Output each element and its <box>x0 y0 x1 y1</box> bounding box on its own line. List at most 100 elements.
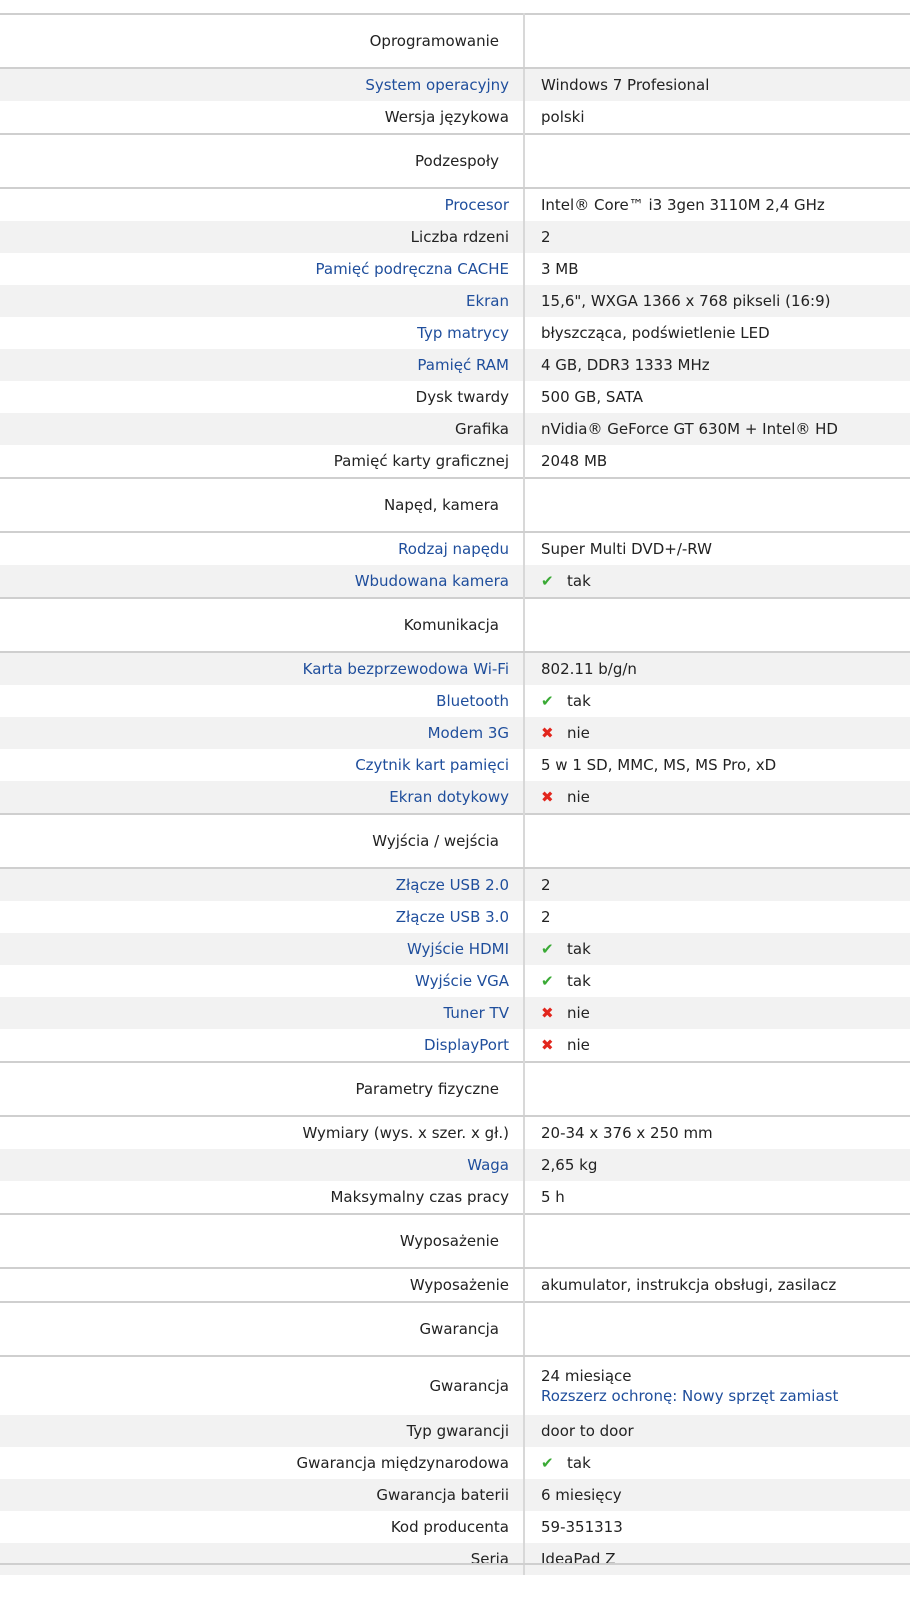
section-title: Oprogramowanie <box>0 13 525 69</box>
section-spacer <box>524 813 910 869</box>
table-bottom-border <box>0 1563 910 1565</box>
spec-value: tak <box>567 940 591 958</box>
spec-value: Super Multi DVD+/-RW <box>541 540 712 558</box>
spec-value-cell: błyszcząca, podświetlenie LED <box>524 317 910 349</box>
section-spacer <box>524 133 910 189</box>
spec-value: 2048 MB <box>541 452 608 470</box>
checkmark-icon: ✔ <box>541 692 554 710</box>
spec-row-seria: Seria IdeaPad Z <box>0 1543 910 1575</box>
spec-value: błyszcząca, podświetlenie LED <box>541 324 770 342</box>
spec-label: Typ gwarancji <box>0 1415 525 1447</box>
spec-label: Kod producenta <box>0 1511 525 1543</box>
spec-row-wyjscie-hdmi: Wyjście HDMI ✔ tak <box>0 933 910 965</box>
spec-row-wyjscie-vga: Wyjście VGA ✔ tak <box>0 965 910 997</box>
cross-icon: ✖ <box>541 1004 554 1022</box>
spec-value-cell: polski <box>524 101 910 134</box>
spec-row-bluetooth: Bluetooth ✔ tak <box>0 685 910 717</box>
spec-label: Seria <box>0 1543 525 1575</box>
spec-label-link[interactable]: DisplayPort <box>0 1029 525 1062</box>
spec-value-cell: Intel® Core™ i3 3gen 3110M 2,4 GHz <box>524 188 910 221</box>
checkmark-icon: ✔ <box>541 1454 554 1472</box>
spec-label-link[interactable]: Rodzaj napędu <box>0 532 525 565</box>
spec-label-link[interactable]: Tuner TV <box>0 997 525 1029</box>
spec-label-link[interactable]: Bluetooth <box>0 685 525 717</box>
section-header-wyposazenie: Wyposażenie <box>0 1213 910 1269</box>
spec-label-link[interactable]: Typ matrycy <box>0 317 525 349</box>
cross-icon: ✖ <box>541 724 554 742</box>
section-header-naped-kamera: Napęd, kamera <box>0 477 910 533</box>
spec-label-link[interactable]: Procesor <box>0 188 525 221</box>
section-title: Komunikacja <box>0 597 525 653</box>
spec-value-cell: 2 <box>524 901 910 933</box>
cross-icon: ✖ <box>541 1036 554 1054</box>
spec-label-link[interactable]: System operacyjny <box>0 68 525 101</box>
spec-label: Gwarancja międzynarodowa <box>0 1447 525 1479</box>
spec-value: 5 h <box>541 1188 565 1206</box>
spec-row-pamiec-ram: Pamięć RAM 4 GB, DDR3 1333 MHz <box>0 349 910 381</box>
checkmark-icon: ✔ <box>541 572 554 590</box>
spec-value: akumulator, instrukcja obsługi, zasilacz <box>541 1276 837 1294</box>
spec-label: Gwarancja baterii <box>0 1479 525 1511</box>
spec-row-dysk-twardy: Dysk twardy 500 GB, SATA <box>0 381 910 413</box>
spec-value: tak <box>567 1454 591 1472</box>
spec-label-link[interactable]: Pamięć podręczna CACHE <box>0 253 525 285</box>
spec-label-link[interactable]: Waga <box>0 1149 525 1181</box>
spec-label-link[interactable]: Wyjście HDMI <box>0 933 525 965</box>
spec-value-cell: 802.11 b/g/n <box>524 652 910 685</box>
spec-row-zlacze-usb-2-0: Złącze USB 2.0 2 <box>0 868 910 901</box>
spec-label-link[interactable]: Modem 3G <box>0 717 525 749</box>
spec-label-link[interactable]: Pamięć RAM <box>0 349 525 381</box>
section-spacer <box>524 1301 910 1357</box>
spec-value-cell: nVidia® GeForce GT 630M + Intel® HD <box>524 413 910 445</box>
section-header-gwarancja: Gwarancja <box>0 1301 910 1357</box>
spec-value-cell: ✖ nie <box>524 1029 910 1062</box>
section-spacer <box>524 13 910 69</box>
spec-value-cell: akumulator, instrukcja obsługi, zasilacz <box>524 1268 910 1302</box>
spec-row-wyposazenie: Wyposażenie akumulator, instrukcja obsług… <box>0 1268 910 1302</box>
spec-row-zlacze-usb-3-0: Złącze USB 3.0 2 <box>0 901 910 933</box>
spec-value-cell: ✖ nie <box>524 717 910 749</box>
spec-value: IdeaPad Z <box>541 1550 616 1568</box>
spec-row-pamiec-podreczna-cache: Pamięć podręczna CACHE 3 MB <box>0 253 910 285</box>
section-header-oprogramowanie: Oprogramowanie <box>0 13 910 69</box>
spec-row-gwarancja-miedzynarodowa: Gwarancja międzynarodowa ✔ tak <box>0 1447 910 1479</box>
spec-value: tak <box>567 692 591 710</box>
spec-row-gwarancja: Gwarancja 24 miesiące Rozszerz ochronę: No… <box>0 1356 910 1415</box>
spec-row-pamiec-karty-graficznej: Pamięć karty graficznej 2048 MB <box>0 445 910 478</box>
spec-value-cell: ✔ tak <box>524 565 910 598</box>
spec-value-cell: ✖ nie <box>524 781 910 814</box>
spec-value: nie <box>567 1036 590 1054</box>
spec-value-cell: ✔ tak <box>524 965 910 997</box>
spec-label-link[interactable]: Ekran dotykowy <box>0 781 525 814</box>
spec-value-cell: 3 MB <box>524 253 910 285</box>
spec-value-cell: 2048 MB <box>524 445 910 478</box>
spec-label-link[interactable]: Ekran <box>0 285 525 317</box>
spec-value-cell: 5 h <box>524 1181 910 1214</box>
spec-value: 500 GB, SATA <box>541 388 644 406</box>
section-spacer <box>524 1213 910 1269</box>
section-title: Wyjścia / wejścia <box>0 813 525 869</box>
spec-row-procesor: Procesor Intel® Core™ i3 3gen 3110M 2,4 G… <box>0 188 910 221</box>
section-title: Gwarancja <box>0 1301 525 1357</box>
spec-label: Wyposażenie <box>0 1268 525 1302</box>
section-title: Napęd, kamera <box>0 477 525 533</box>
spec-label-link[interactable]: Czytnik kart pamięci <box>0 749 525 781</box>
extend-warranty-link[interactable]: Rozszerz ochronę: Nowy sprzęt zamiast <box>541 1387 910 1405</box>
spec-label-link[interactable]: Karta bezprzewodowa Wi-Fi <box>0 652 525 685</box>
spec-value-cell: ✖ nie <box>524 997 910 1029</box>
spec-value: 802.11 b/g/n <box>541 660 637 678</box>
spec-value: 20-34 x 376 x 250 mm <box>541 1124 713 1142</box>
spec-value: 15,6", WXGA 1366 x 768 pikseli (16:9) <box>541 292 831 310</box>
spec-value: nie <box>567 1004 590 1022</box>
spec-label-link[interactable]: Złącze USB 3.0 <box>0 901 525 933</box>
spec-label-link[interactable]: Wyjście VGA <box>0 965 525 997</box>
spec-row-maksymalny-czas-pracy: Maksymalny czas pracy 5 h <box>0 1181 910 1214</box>
spec-row-gwarancja-baterii: Gwarancja baterii 6 miesięcy <box>0 1479 910 1511</box>
spec-value: 24 miesiące <box>541 1367 632 1385</box>
section-header-podzespoly: Podzespoły <box>0 133 910 189</box>
section-spacer <box>524 477 910 533</box>
spec-value: nVidia® GeForce GT 630M + Intel® HD <box>541 420 838 438</box>
spec-label-link[interactable]: Wbudowana kamera <box>0 565 525 598</box>
spec-row-waga: Waga 2,65 kg <box>0 1149 910 1181</box>
spec-label-link[interactable]: Złącze USB 2.0 <box>0 868 525 901</box>
